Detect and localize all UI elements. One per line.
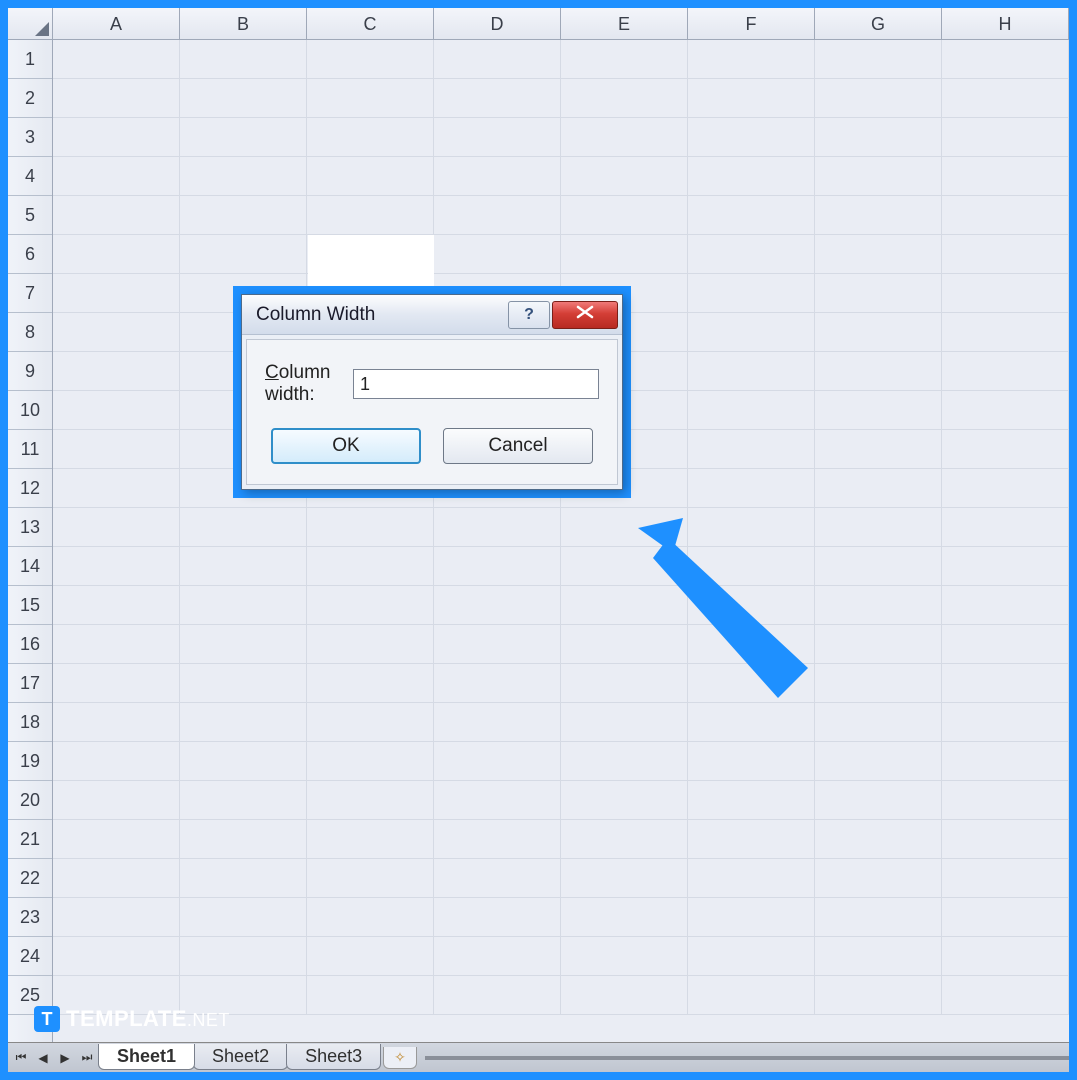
column-header[interactable]: D (434, 8, 561, 39)
row-header[interactable]: 1 (8, 40, 52, 79)
new-sheet-icon: ✧ (394, 1049, 406, 1066)
row-header[interactable]: 17 (8, 664, 52, 703)
column-header[interactable]: A (53, 8, 180, 39)
row-header[interactable]: 3 (8, 118, 52, 157)
row-header[interactable]: 11 (8, 430, 52, 469)
tab-nav-last-icon[interactable]: ⏭ (76, 1047, 98, 1069)
row-header[interactable]: 4 (8, 157, 52, 196)
column-header[interactable]: G (815, 8, 942, 39)
row-header[interactable]: 21 (8, 820, 52, 859)
dialog-button-row: OK Cancel (265, 428, 599, 470)
sheet-tab[interactable]: Sheet1 (98, 1044, 195, 1070)
dialog-body: Column width: OK Cancel (246, 339, 618, 485)
ok-button[interactable]: OK (271, 428, 421, 464)
row-header[interactable]: 12 (8, 469, 52, 508)
cancel-button[interactable]: Cancel (443, 428, 593, 464)
row-header[interactable]: 13 (8, 508, 52, 547)
sheet-tab[interactable]: Sheet2 (193, 1044, 288, 1070)
column-width-field-row: Column width: (265, 362, 599, 406)
row-header[interactable]: 10 (8, 391, 52, 430)
row-header[interactable]: 23 (8, 898, 52, 937)
grid-body: 1 2 3 4 5 6 7 8 9 10 11 12 13 14 15 16 1… (8, 40, 1069, 1042)
row-header[interactable]: 6 (8, 235, 52, 274)
row-header[interactable]: 19 (8, 742, 52, 781)
row-header[interactable]: 24 (8, 937, 52, 976)
spreadsheet: A B C D E F G H 1 2 3 4 5 6 7 8 9 10 11 … (8, 8, 1069, 1042)
row-header[interactable]: 7 (8, 274, 52, 313)
active-cell-highlight (308, 235, 434, 290)
cell-grid[interactable] (53, 40, 1069, 1042)
sheet-tab[interactable]: Sheet3 (286, 1044, 381, 1070)
watermark-icon: T (34, 1006, 60, 1032)
dialog-titlebar[interactable]: Column Width ? (242, 295, 622, 335)
dialog-close-button[interactable] (552, 301, 618, 329)
app-frame: A B C D E F G H 1 2 3 4 5 6 7 8 9 10 11 … (8, 8, 1069, 1072)
column-width-label: Column width: (265, 362, 343, 406)
new-sheet-button[interactable]: ✧ (383, 1047, 417, 1069)
row-header[interactable]: 16 (8, 625, 52, 664)
select-all-corner[interactable] (8, 8, 53, 40)
row-header[interactable]: 5 (8, 196, 52, 235)
column-header[interactable]: C (307, 8, 434, 39)
row-header[interactable]: 2 (8, 79, 52, 118)
column-width-input[interactable] (353, 369, 599, 399)
column-header[interactable]: H (942, 8, 1069, 39)
tab-nav-prev-icon[interactable]: ◀ (32, 1047, 54, 1069)
tab-nav-next-icon[interactable]: ▶ (54, 1047, 76, 1069)
dialog-highlight-frame: Column Width ? Column width: OK Cancel (233, 286, 631, 498)
tabbar-track (425, 1056, 1069, 1060)
tab-nav-first-icon[interactable]: ⏮ (10, 1047, 32, 1069)
close-icon (574, 305, 596, 324)
row-header[interactable]: 9 (8, 352, 52, 391)
sheet-tab-bar: ⏮ ◀ ▶ ⏭ Sheet1 Sheet2 Sheet3 ✧ (8, 1042, 1069, 1072)
row-header[interactable]: 22 (8, 859, 52, 898)
column-header-row: A B C D E F G H (8, 8, 1069, 40)
column-header[interactable]: F (688, 8, 815, 39)
column-width-dialog: Column Width ? Column width: OK Cancel (241, 294, 623, 490)
row-header-column: 1 2 3 4 5 6 7 8 9 10 11 12 13 14 15 16 1… (8, 40, 53, 1042)
row-header[interactable]: 20 (8, 781, 52, 820)
row-header[interactable]: 14 (8, 547, 52, 586)
annotation-arrow (628, 508, 828, 713)
dialog-help-button[interactable]: ? (508, 301, 550, 329)
row-header[interactable]: 18 (8, 703, 52, 742)
column-header[interactable]: B (180, 8, 307, 39)
dialog-title: Column Width (256, 304, 508, 326)
tab-nav-buttons: ⏮ ◀ ▶ ⏭ (8, 1047, 100, 1069)
column-header[interactable]: E (561, 8, 688, 39)
watermark-text: TEMPLATE.NET (66, 1006, 230, 1032)
watermark: T TEMPLATE.NET (34, 1006, 230, 1032)
row-header[interactable]: 15 (8, 586, 52, 625)
row-header[interactable]: 8 (8, 313, 52, 352)
